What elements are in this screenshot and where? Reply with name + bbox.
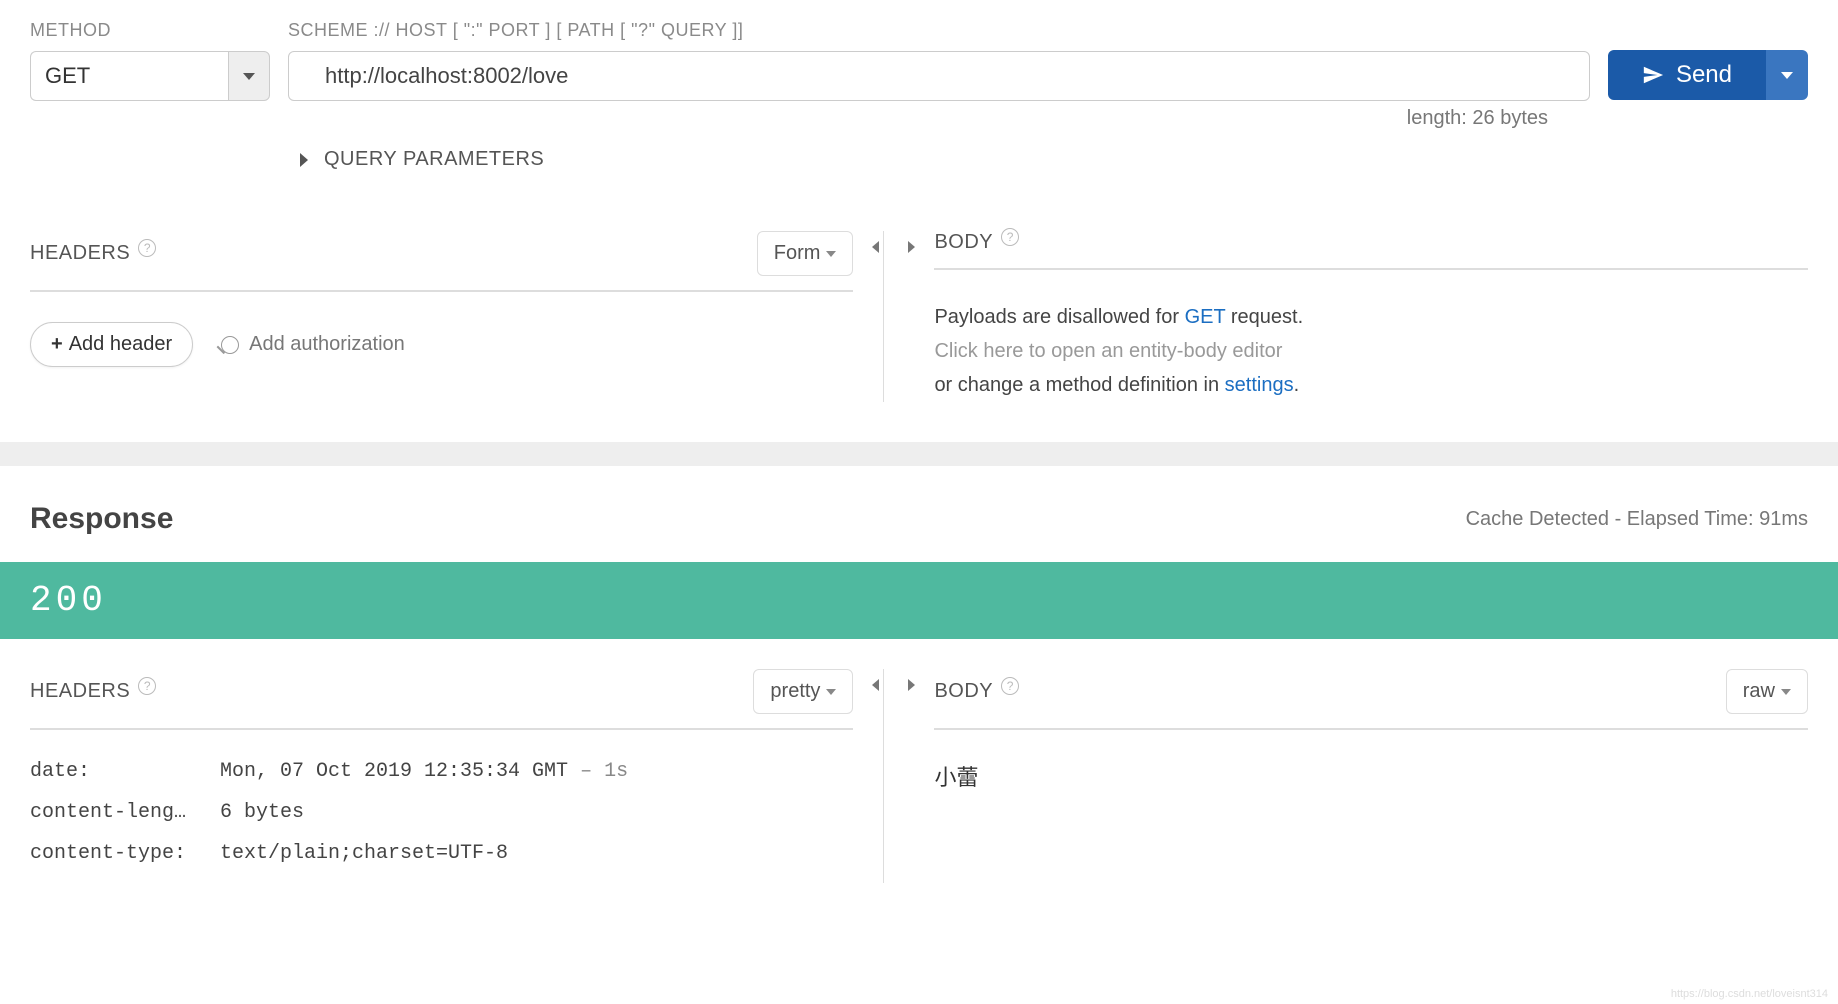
send-label: Send	[1676, 61, 1732, 89]
method-label: METHOD	[30, 20, 270, 41]
header-val: Mon, 07 Oct 2019 12:35:34 GMT	[220, 760, 568, 783]
body-open-editor-link[interactable]: Click here to open an entity-body editor	[934, 334, 1808, 368]
response-info: Cache Detected - Elapsed Time: 91ms	[1466, 508, 1808, 531]
query-params-label: QUERY PARAMETERS	[324, 148, 544, 171]
request-row: METHOD GET SCHEME :// HOST [ ":" PORT ] …	[30, 0, 1808, 101]
chevron-down-icon	[1781, 689, 1791, 695]
chevron-down-icon	[1781, 72, 1793, 79]
headers-form-select[interactable]: Form	[757, 231, 854, 276]
send-icon	[1642, 64, 1664, 86]
header-val: 6 bytes	[220, 801, 853, 824]
chevron-down-icon	[826, 251, 836, 257]
header-val: text/plain;charset=UTF-8	[220, 842, 853, 865]
divider-strip	[0, 442, 1838, 466]
send-wrap: Send	[1608, 50, 1808, 100]
request-headers-header: HEADERS ? Form	[30, 231, 853, 292]
header-key: date:	[30, 760, 220, 783]
response-headers-col: HEADERS ? pretty date: Mon, 07 Oct 2019 …	[30, 669, 883, 883]
add-authorization[interactable]: Add authorization	[221, 333, 405, 356]
body-message: Payloads are disallowed for GET request.…	[934, 300, 1808, 402]
body-settings-link[interactable]: settings	[1225, 374, 1294, 396]
chevron-down-icon	[243, 73, 255, 80]
response-two-col: HEADERS ? pretty date: Mon, 07 Oct 2019 …	[0, 639, 1838, 883]
form-select-label: Form	[774, 242, 821, 265]
body-title: BODY	[934, 231, 993, 254]
method-value: GET	[30, 51, 228, 101]
url-label: SCHEME :// HOST [ ":" PORT ] [ PATH [ "?…	[288, 20, 1590, 41]
collapse-left-icon[interactable]	[872, 679, 879, 691]
body-line3a: or change a method definition in	[934, 374, 1224, 396]
headers-title: HEADERS	[30, 242, 130, 265]
send-button[interactable]: Send	[1608, 50, 1766, 100]
resp-headers-title: HEADERS	[30, 680, 130, 703]
add-header-button[interactable]: + Add header	[30, 322, 193, 367]
resp-headers-select[interactable]: pretty	[753, 669, 853, 714]
add-auth-label: Add authorization	[249, 333, 405, 356]
url-length-info: length: 26 bytes	[1407, 107, 1548, 130]
response-headers-list: date: Mon, 07 Oct 2019 12:35:34 GMT – 1s…	[30, 760, 853, 865]
collapse-left-icon[interactable]	[872, 241, 879, 253]
url-input[interactable]	[288, 51, 1590, 101]
resp-body-select[interactable]: raw	[1726, 669, 1808, 714]
chevron-right-icon	[300, 153, 308, 167]
response-body-header: BODY ? raw	[934, 669, 1808, 730]
add-header-label: Add header	[69, 333, 172, 356]
chevron-down-icon	[826, 689, 836, 695]
request-headers-col: HEADERS ? Form + Add header Add authoriz…	[30, 231, 883, 402]
request-body-header: BODY ?	[934, 231, 1808, 270]
key-icon	[221, 336, 239, 354]
header-key: content-leng…	[30, 801, 220, 824]
response-row: Response Cache Detected - Elapsed Time: …	[0, 466, 1838, 562]
header-key: content-type:	[30, 842, 220, 865]
request-body-col: BODY ? Payloads are disallowed for GET r…	[884, 231, 1808, 402]
help-icon[interactable]: ?	[1001, 677, 1019, 695]
table-row: content-leng… 6 bytes	[30, 801, 853, 824]
method-group: METHOD GET	[30, 20, 270, 101]
sub-row: length: 26 bytes	[300, 107, 1808, 130]
response-title: Response	[30, 502, 173, 536]
method-caret[interactable]	[228, 51, 270, 101]
resp-body-title: BODY	[934, 680, 993, 703]
expand-right-icon[interactable]	[908, 241, 915, 253]
response-headers-header: HEADERS ? pretty	[30, 669, 853, 730]
url-group: SCHEME :// HOST [ ":" PORT ] [ PATH [ "?…	[288, 20, 1590, 101]
expand-right-icon[interactable]	[908, 679, 915, 691]
body-line1a: Payloads are disallowed for	[934, 306, 1184, 328]
method-select[interactable]: GET	[30, 51, 270, 101]
response-body-content: 小蕾	[934, 760, 1808, 792]
header-ago: – 1s	[568, 760, 628, 783]
status-code: 200	[30, 580, 107, 621]
table-row: content-type: text/plain;charset=UTF-8	[30, 842, 853, 865]
watermark: https://blog.csdn.net/loveisnt314	[1671, 988, 1828, 1000]
status-bar: 200	[0, 562, 1838, 639]
query-parameters-toggle[interactable]: QUERY PARAMETERS	[300, 148, 1808, 171]
headers-actions: + Add header Add authorization	[30, 322, 853, 367]
help-icon[interactable]: ?	[138, 239, 156, 257]
body-line3b: .	[1294, 374, 1300, 396]
body-get-link[interactable]: GET	[1185, 306, 1226, 328]
request-two-col: HEADERS ? Form + Add header Add authoriz…	[30, 231, 1808, 402]
resp-headers-select-label: pretty	[770, 680, 820, 703]
send-caret[interactable]	[1766, 50, 1808, 100]
help-icon[interactable]: ?	[1001, 228, 1019, 246]
resp-body-select-label: raw	[1743, 680, 1775, 703]
table-row: date: Mon, 07 Oct 2019 12:35:34 GMT – 1s	[30, 760, 853, 783]
response-body-col: BODY ? raw 小蕾	[884, 669, 1808, 883]
help-icon[interactable]: ?	[138, 677, 156, 695]
plus-icon: +	[51, 333, 63, 356]
body-line1b: request.	[1225, 306, 1303, 328]
